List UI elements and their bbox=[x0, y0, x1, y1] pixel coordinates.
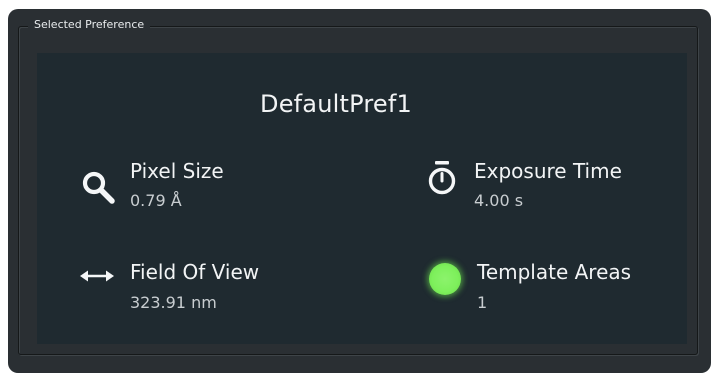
group-legend: Selected Preference bbox=[28, 16, 151, 34]
exposure-time-label: Exposure Time bbox=[474, 159, 622, 183]
template-areas-value: 1 bbox=[477, 293, 488, 312]
horizontal-arrows-icon bbox=[80, 270, 114, 282]
preference-panel: DefaultPref1 Pixel Size 0.79 Å Exposure … bbox=[37, 53, 687, 344]
status-dot-icon bbox=[429, 263, 461, 295]
field-of-view-label: Field Of View bbox=[130, 260, 260, 284]
search-icon bbox=[82, 171, 115, 204]
template-areas-label: Template Areas bbox=[477, 260, 632, 284]
pixel-size-value: 0.79 Å bbox=[130, 191, 182, 210]
preference-title: DefaultPref1 bbox=[260, 90, 412, 118]
exposure-time-value: 4.00 s bbox=[474, 191, 524, 210]
field-of-view-value: 323.91 nm bbox=[130, 293, 217, 312]
stopwatch-icon bbox=[428, 161, 456, 195]
pixel-size-label: Pixel Size bbox=[130, 159, 224, 183]
